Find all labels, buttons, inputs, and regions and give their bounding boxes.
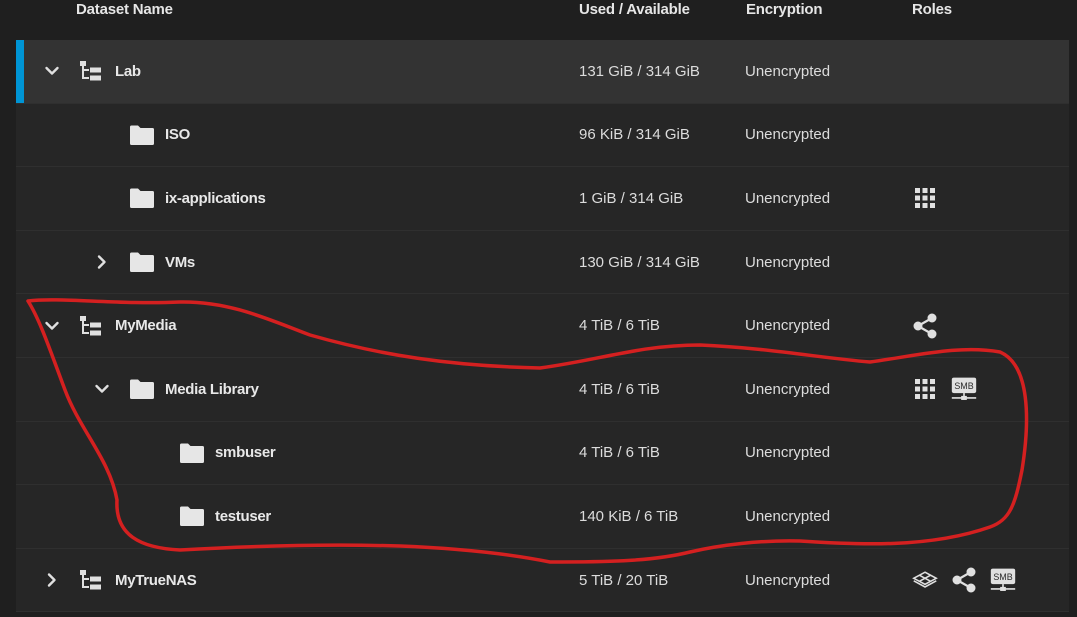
roles-cell xyxy=(912,104,1062,167)
share-icon[interactable] xyxy=(912,311,938,341)
used-available-cell: 96 KiB / 314 GiB xyxy=(579,126,690,144)
chevron-down-icon[interactable] xyxy=(92,379,112,399)
dataset-name-cell: MyMedia xyxy=(16,294,576,357)
dataset-name-cell: ISO xyxy=(16,104,576,167)
apps-grid-icon[interactable] xyxy=(912,374,938,404)
pool-tree-icon xyxy=(78,314,106,338)
chevron-down-icon[interactable] xyxy=(42,61,62,81)
dataset-name-cell: MyTrueNAS xyxy=(16,549,576,612)
used-available-cell: 1 GiB / 314 GiB xyxy=(579,189,684,207)
chevron-right-icon[interactable] xyxy=(92,252,112,272)
roles-cell xyxy=(912,40,1062,103)
roles-cell xyxy=(912,231,1062,294)
svg-text:SMB: SMB xyxy=(954,381,973,391)
chevron-down-icon[interactable] xyxy=(42,316,62,336)
roles-cell xyxy=(912,294,1062,357)
dataset-name-cell: testuser xyxy=(16,485,576,548)
dataset-name: ISO xyxy=(165,126,190,144)
column-header-roles[interactable]: Roles xyxy=(912,1,952,18)
encryption-cell: Unencrypted xyxy=(745,380,831,398)
encryption-cell: Unencrypted xyxy=(745,62,831,80)
used-available-cell: 4 TiB / 6 TiB xyxy=(579,380,660,398)
column-header-dataset-name[interactable]: Dataset Name xyxy=(76,1,173,18)
dataset-row[interactable]: testuser 140 KiB / 6 TiB Unencrypted xyxy=(16,485,1069,549)
used-available-cell: 140 KiB / 6 TiB xyxy=(579,507,679,525)
used-available-cell: 130 GiB / 314 GiB xyxy=(579,253,700,271)
dataset-row[interactable]: Media Library 4 TiB / 6 TiB Unencrypted SMB xyxy=(16,357,1069,422)
dataset-row[interactable]: ISO 96 KiB / 314 GiB Unencrypted xyxy=(16,103,1069,168)
dataset-name: Media Library xyxy=(165,380,259,398)
dataset-tree-table: Lab 131 GiB / 314 GiB Unencrypted ISO 96 KiB… xyxy=(16,40,1069,613)
share-icon[interactable] xyxy=(951,565,977,595)
folder-icon xyxy=(178,441,206,465)
table-header: Dataset Name Used / Available Encryption… xyxy=(0,0,1077,40)
dataset-name: smbuser xyxy=(215,444,276,462)
dataset-name: MyTrueNAS xyxy=(115,571,197,589)
dataset-row[interactable]: MyTrueNAS 5 TiB / 20 TiB Unencrypted SMB xyxy=(16,548,1069,613)
encryption-cell: Unencrypted xyxy=(745,253,831,271)
roles-cell: SMB xyxy=(912,358,1062,421)
used-available-cell: 4 TiB / 6 TiB xyxy=(579,317,660,335)
dataset-name: MyMedia xyxy=(115,317,177,335)
folder-icon xyxy=(128,377,156,401)
used-available-cell: 131 GiB / 314 GiB xyxy=(579,62,700,80)
dataset-row[interactable]: VMs 130 GiB / 314 GiB Unencrypted xyxy=(16,230,1069,295)
dataset-name: ix-applications xyxy=(165,189,266,207)
dataset-name-cell: ix-applications xyxy=(16,167,576,230)
dataset-name-cell: Media Library xyxy=(16,358,576,421)
column-header-encryption[interactable]: Encryption xyxy=(746,1,823,18)
encryption-cell: Unencrypted xyxy=(745,507,831,525)
dataset-row[interactable]: smbuser 4 TiB / 6 TiB Unencrypted xyxy=(16,421,1069,486)
column-header-used-available[interactable]: Used / Available xyxy=(579,1,690,18)
used-available-cell: 5 TiB / 20 TiB xyxy=(579,571,669,589)
encryption-cell: Unencrypted xyxy=(745,444,831,462)
encryption-cell: Unencrypted xyxy=(745,126,831,144)
encryption-cell: Unencrypted xyxy=(745,189,831,207)
roles-cell xyxy=(912,422,1062,485)
folder-icon xyxy=(128,186,156,210)
dataset-name-cell: VMs xyxy=(16,231,576,294)
dataset-row[interactable]: ix-applications 1 GiB / 314 GiB Unencrypte… xyxy=(16,167,1069,231)
roles-cell xyxy=(912,485,1062,548)
folder-icon xyxy=(128,250,156,274)
dataset-name: Lab xyxy=(115,62,141,80)
dataset-row[interactable]: MyMedia 4 TiB / 6 TiB Unencrypted xyxy=(16,294,1069,358)
dataset-name: testuser xyxy=(215,507,271,525)
encryption-cell: Unencrypted xyxy=(745,317,831,335)
apps-grid-icon[interactable] xyxy=(912,183,938,213)
network-icon[interactable] xyxy=(912,565,938,595)
svg-text:SMB: SMB xyxy=(993,572,1012,582)
dataset-name-cell: smbuser xyxy=(16,422,576,485)
used-available-cell: 4 TiB / 6 TiB xyxy=(579,444,660,462)
pool-tree-icon xyxy=(78,568,106,592)
dataset-name: VMs xyxy=(165,253,195,271)
smb-share-icon[interactable]: SMB xyxy=(951,374,977,404)
dataset-name-cell: Lab xyxy=(16,40,576,103)
folder-icon xyxy=(178,504,206,528)
pool-tree-icon xyxy=(78,59,106,83)
roles-cell: SMB xyxy=(912,549,1062,612)
datasets-page: Dataset Name Used / Available Encryption… xyxy=(0,0,1077,617)
dataset-row[interactable]: Lab 131 GiB / 314 GiB Unencrypted xyxy=(16,40,1069,104)
roles-cell xyxy=(912,167,1062,230)
folder-icon xyxy=(128,123,156,147)
smb-share-icon[interactable]: SMB xyxy=(990,565,1016,595)
chevron-right-icon[interactable] xyxy=(42,570,62,590)
encryption-cell: Unencrypted xyxy=(745,571,831,589)
